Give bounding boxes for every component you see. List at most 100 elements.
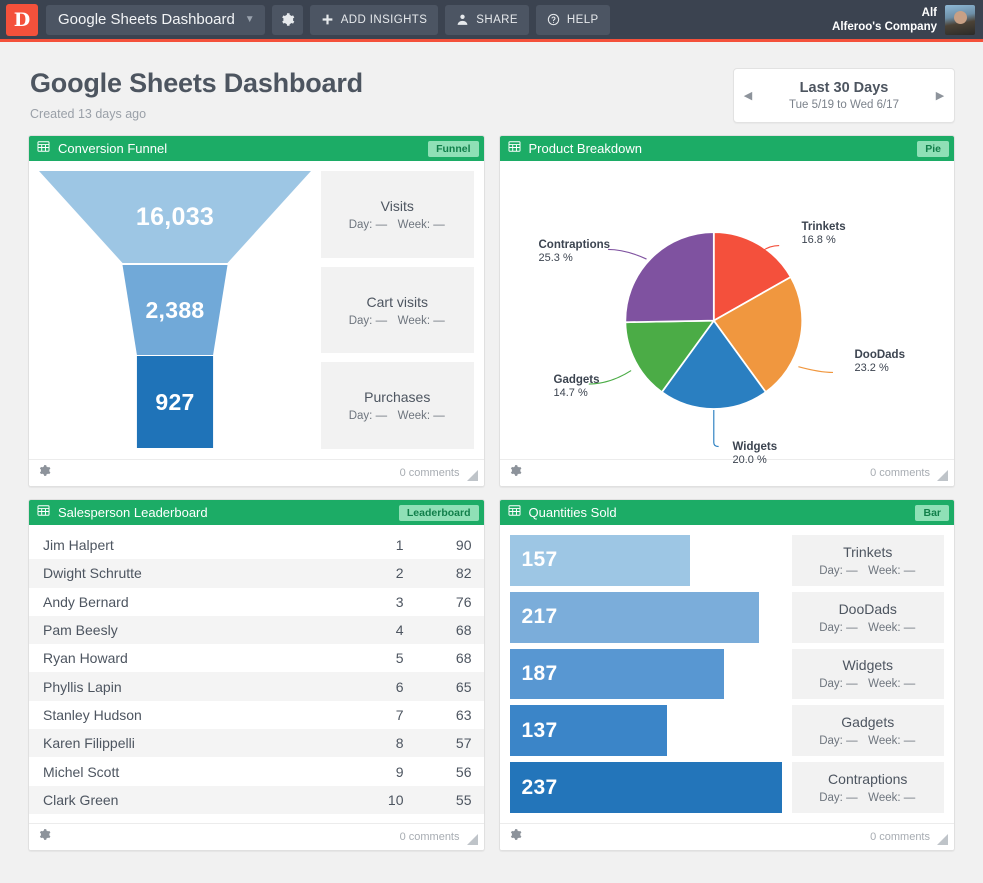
spreadsheet-icon <box>508 504 521 522</box>
footer-right: 0 comments <box>400 831 478 843</box>
card-title: Quantities Sold <box>529 505 916 520</box>
app-logo[interactable]: D <box>6 4 38 36</box>
funnel-stage-3[interactable]: 927 <box>39 356 311 448</box>
week-prefix: Week: <box>868 735 900 747</box>
add-insights-button[interactable]: ADD INSIGHTS <box>310 5 439 35</box>
resize-handle-icon[interactable] <box>937 832 948 843</box>
bar-side-panel-trinkets[interactable]: Trinkets Day: — Week: — <box>792 535 945 586</box>
pie-chart-svg[interactable] <box>510 171 945 449</box>
help-label: HELP <box>567 14 599 26</box>
question-circle-icon <box>547 13 560 26</box>
card-type-badge[interactable]: Bar <box>915 505 949 521</box>
spreadsheet-icon <box>37 504 50 522</box>
pie-label-name: Trinkets <box>802 221 846 233</box>
bar-side-panel-contraptions[interactable]: Contraptions Day: — Week: — <box>792 762 945 813</box>
pie-label-value: 16.8 % <box>802 234 846 246</box>
footer-right: 0 comments <box>870 831 948 843</box>
table-row[interactable]: Andy Bernard 3 76 <box>29 588 484 616</box>
row-score: 55 <box>404 792 472 808</box>
bar-side-panel-widgets[interactable]: Widgets Day: — Week: — <box>792 649 945 700</box>
bar-widgets[interactable]: 187 <box>510 649 725 700</box>
table-row[interactable]: Jim Halpert 1 90 <box>29 531 484 559</box>
bar-contraptions[interactable]: 237 <box>510 762 782 813</box>
card-body: Trinkets 16.8 % DooDads 23.2 % Widgets 2… <box>500 161 955 459</box>
panel-label: Cart visits <box>367 294 428 310</box>
card-type-badge[interactable]: Leaderboard <box>399 505 479 521</box>
table-row[interactable]: Dwight Schrutte 2 82 <box>29 559 484 587</box>
funnel-side-panel-visits[interactable]: Visits Day: — Week: — <box>321 171 474 258</box>
day-prefix: Day: <box>819 678 843 690</box>
table-row[interactable]: Pam Beesly 4 68 <box>29 616 484 644</box>
date-range-selector[interactable]: ◀ Last 30 Days Tue 5/19 to Wed 6/17 ▶ <box>733 68 955 123</box>
row-name: Phyllis Lapin <box>43 679 344 695</box>
page-title-block: Google Sheets Dashboard Created 13 days … <box>30 68 363 121</box>
funnel-stage-2[interactable]: 2,388 <box>39 265 311 355</box>
card-footer: 0 comments <box>29 459 484 486</box>
comments-count[interactable]: 0 comments <box>400 467 460 479</box>
card-type-badge[interactable]: Pie <box>917 141 949 157</box>
row-score: 65 <box>404 679 472 695</box>
bar-trinkets[interactable]: 157 <box>510 535 690 586</box>
panel-stats: Day: — Week: — <box>819 792 916 804</box>
table-row[interactable]: Michel Scott 9 56 <box>29 757 484 785</box>
person-icon <box>456 13 469 26</box>
table-row[interactable]: Ryan Howard 5 68 <box>29 644 484 672</box>
settings-button[interactable] <box>272 5 303 35</box>
card-settings-icon[interactable] <box>509 828 522 846</box>
comments-count[interactable]: 0 comments <box>870 467 930 479</box>
panel-label: Trinkets <box>843 544 892 560</box>
resize-handle-icon[interactable] <box>937 468 948 479</box>
funnel-stage-1[interactable]: 16,033 <box>39 171 311 263</box>
leader-contraptions <box>608 249 646 259</box>
table-row[interactable]: Phyllis Lapin 6 65 <box>29 672 484 700</box>
bar-doodads[interactable]: 217 <box>510 592 759 643</box>
day-value: — <box>846 622 859 634</box>
resize-handle-icon[interactable] <box>467 468 478 479</box>
bar-value: 217 <box>522 605 558 629</box>
card-settings-icon[interactable] <box>509 464 522 482</box>
week-prefix: Week: <box>868 622 900 634</box>
bar-gadgets[interactable]: 137 <box>510 705 667 756</box>
row-rank: 10 <box>344 792 404 808</box>
table-row[interactable]: Clark Green 10 55 <box>29 786 484 814</box>
card-type-badge[interactable]: Funnel <box>428 141 478 157</box>
day-prefix: Day: <box>349 410 373 422</box>
help-button[interactable]: HELP <box>536 5 610 35</box>
bar-side-panel-gadgets[interactable]: Gadgets Day: — Week: — <box>792 705 945 756</box>
row-rank: 5 <box>344 650 404 666</box>
card-settings-icon[interactable] <box>38 464 51 482</box>
pie-slice-contraptions[interactable] <box>625 232 713 322</box>
date-prev-button[interactable]: ◀ <box>734 89 762 102</box>
row-name: Clark Green <box>43 792 344 808</box>
week-value: — <box>433 315 446 327</box>
table-row[interactable]: Stanley Hudson 7 63 <box>29 701 484 729</box>
page-header: Google Sheets Dashboard Created 13 days … <box>0 42 983 135</box>
row-score: 56 <box>404 764 472 780</box>
panel-label: DooDads <box>839 601 897 617</box>
day-value: — <box>846 678 859 690</box>
pie-label-name: Widgets <box>733 441 778 453</box>
comments-count[interactable]: 0 comments <box>870 831 930 843</box>
avatar[interactable] <box>945 5 975 35</box>
funnel-side-panel-cart-visits[interactable]: Cart visits Day: — Week: — <box>321 267 474 354</box>
week-prefix: Week: <box>398 315 430 327</box>
day-value: — <box>376 410 389 422</box>
funnel-side-panel-purchases[interactable]: Purchases Day: — Week: — <box>321 362 474 449</box>
leader-widgets <box>713 410 718 447</box>
bar-side-panel-doodads[interactable]: DooDads Day: — Week: — <box>792 592 945 643</box>
document-selector[interactable]: Google Sheets Dashboard ▼ <box>46 5 265 35</box>
date-next-button[interactable]: ▶ <box>926 89 954 102</box>
row-score: 63 <box>404 707 472 723</box>
resize-handle-icon[interactable] <box>467 832 478 843</box>
week-prefix: Week: <box>398 410 430 422</box>
user-menu[interactable]: Alf Alferoo's Company <box>832 5 983 35</box>
panel-stats: Day: — Week: — <box>349 315 446 327</box>
card-settings-icon[interactable] <box>38 828 51 846</box>
row-rank: 2 <box>344 565 404 581</box>
table-row[interactable]: Karen Filippelli 8 57 <box>29 729 484 757</box>
panel-stats: Day: — Week: — <box>819 678 916 690</box>
pie-label-name: Contraptions <box>539 239 611 251</box>
share-button[interactable]: SHARE <box>445 5 529 35</box>
comments-count[interactable]: 0 comments <box>400 831 460 843</box>
day-prefix: Day: <box>349 219 373 231</box>
